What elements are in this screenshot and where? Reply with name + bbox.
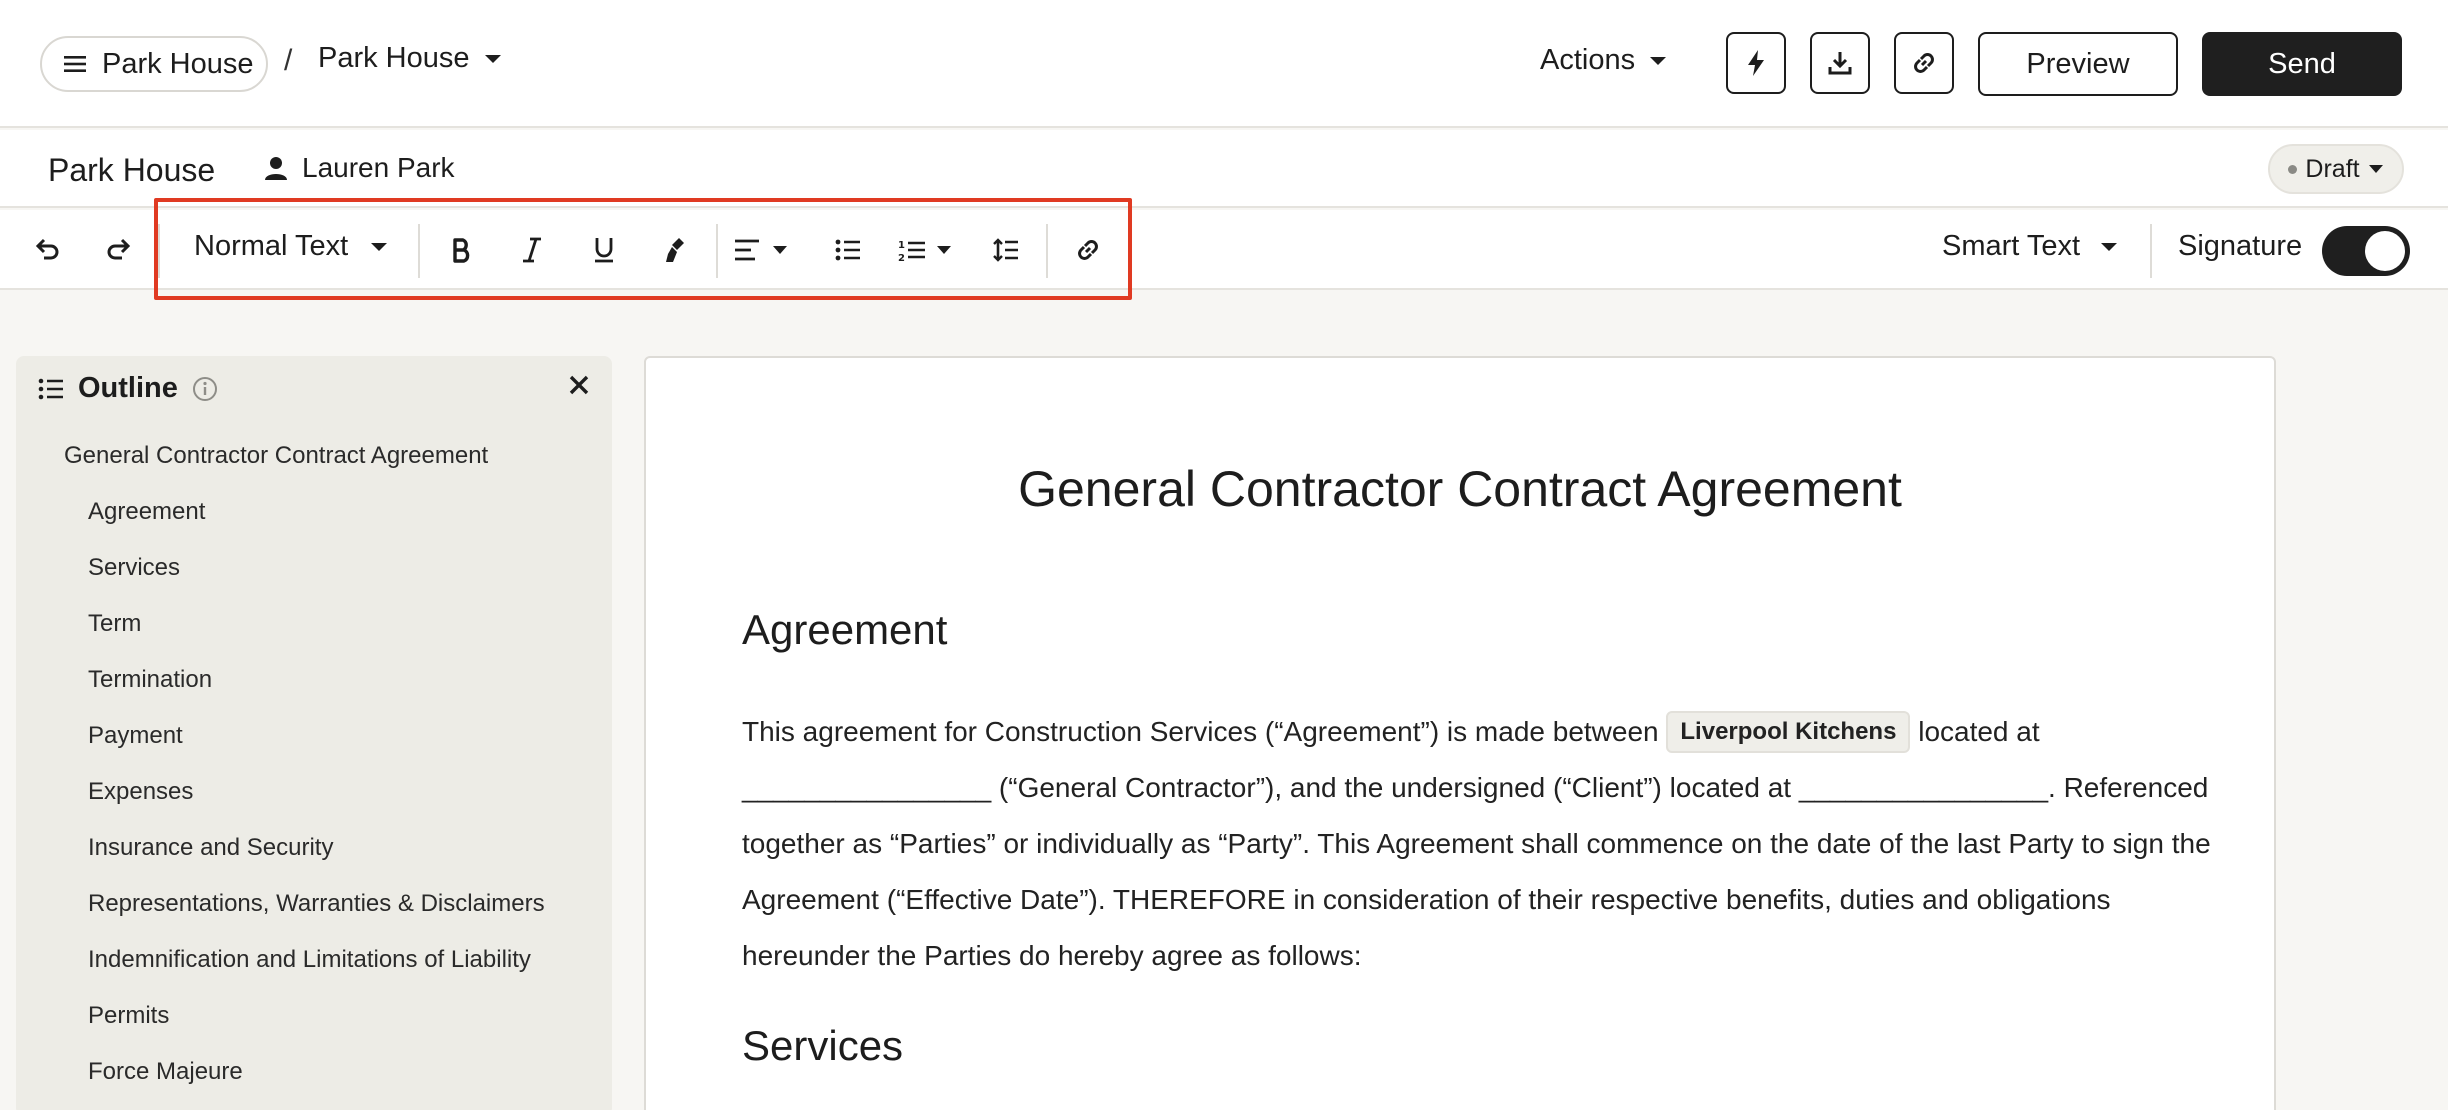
toggle-knob	[2365, 231, 2405, 271]
outline-item[interactable]: Payment	[16, 708, 612, 764]
outline-panel: Outline General Contractor Contract Agre…	[16, 356, 612, 1110]
toolbar-divider	[418, 224, 420, 278]
document-owner[interactable]: Lauren Park	[264, 152, 455, 184]
undo-icon	[35, 238, 61, 262]
document-header: Park House Lauren Park Draft	[0, 130, 2448, 208]
outline-header: Outline	[38, 372, 218, 405]
breadcrumb-root[interactable]: Park House	[40, 36, 268, 92]
bold-icon	[451, 237, 473, 263]
top-bar: Park House / Park House Actions Preview …	[0, 0, 2448, 128]
info-icon[interactable]	[192, 376, 218, 402]
outline-item[interactable]: Indemnification and Limitations of Liabi…	[16, 932, 612, 988]
paragraph-text-part1: This agreement for Construction Services…	[742, 716, 1659, 747]
toolbar-divider	[1046, 224, 1048, 278]
outline-item[interactable]: Termination	[16, 652, 612, 708]
breadcrumb-current[interactable]: Park House	[318, 42, 502, 75]
close-icon	[568, 374, 590, 396]
smart-text-select[interactable]: Smart Text	[1942, 230, 2118, 263]
toolbar-divider	[2150, 224, 2152, 278]
actions-label: Actions	[1540, 44, 1636, 76]
breadcrumb-current-label: Park House	[318, 42, 470, 74]
align-select[interactable]	[734, 226, 806, 274]
clear-format-icon	[664, 236, 688, 264]
contractor-smart-field[interactable]: Liverpool Kitchens	[1666, 711, 1911, 753]
underline-button[interactable]	[582, 226, 626, 274]
status-label: Draft	[2305, 154, 2360, 183]
smart-text-label: Smart Text	[1942, 230, 2081, 262]
breadcrumb-separator: /	[284, 44, 293, 77]
download-button[interactable]	[1810, 32, 1870, 94]
link-icon	[1911, 50, 1937, 76]
italic-icon	[521, 237, 543, 263]
lightning-icon	[1746, 49, 1766, 77]
caret-down-icon	[772, 245, 788, 255]
menu-icon	[64, 54, 86, 74]
caret-down-icon	[370, 241, 388, 253]
document-title[interactable]: General Contractor Contract Agreement	[646, 460, 2274, 518]
bold-button[interactable]	[440, 226, 484, 274]
outline-item[interactable]: Expenses	[16, 764, 612, 820]
signature-toggle[interactable]	[2322, 226, 2410, 276]
actions-menu[interactable]: Actions	[1540, 44, 1667, 77]
outline-item[interactable]: General Contractor Contract Agreement	[16, 428, 612, 484]
person-icon	[264, 156, 288, 180]
caret-down-icon	[1649, 55, 1667, 67]
toolbar-divider	[158, 224, 160, 278]
insert-link-button[interactable]	[1066, 226, 1110, 274]
outline-item[interactable]: Representations, Warranties & Disclaimer…	[16, 876, 612, 932]
bullet-list-icon	[835, 239, 861, 261]
download-icon	[1827, 50, 1853, 76]
numbered-list-icon: 12	[898, 238, 926, 262]
text-style-label: Normal Text	[194, 230, 349, 262]
automation-button[interactable]	[1726, 32, 1786, 94]
preview-button[interactable]: Preview	[1978, 32, 2178, 96]
section-heading-agreement[interactable]: Agreement	[742, 606, 947, 654]
svg-text:1: 1	[898, 240, 905, 251]
copy-link-button[interactable]	[1894, 32, 1954, 94]
outline-title: Outline	[78, 372, 178, 404]
underline-icon	[592, 236, 616, 264]
outline-item[interactable]: Permits	[16, 988, 612, 1044]
svg-text:2: 2	[898, 253, 905, 262]
status-dot	[2288, 164, 2298, 174]
list-icon	[38, 378, 64, 400]
outline-item[interactable]: Agreement	[16, 484, 612, 540]
outline-item[interactable]: Insurance and Security	[16, 820, 612, 876]
italic-button[interactable]	[510, 226, 554, 274]
outline-item[interactable]: Term	[16, 596, 612, 652]
document-name[interactable]: Park House	[48, 152, 215, 189]
formatting-toolbar: Normal Text 1 2 Smart Text Signature	[0, 210, 2448, 290]
signature-label: Signature	[2178, 230, 2303, 262]
caret-down-icon	[2368, 164, 2384, 174]
status-badge[interactable]: Draft	[2268, 144, 2404, 194]
redo-button[interactable]	[96, 226, 140, 274]
section-heading-services[interactable]: Services	[742, 1022, 903, 1070]
outline-item[interactable]: Services	[16, 540, 612, 596]
owner-name: Lauren Park	[302, 152, 455, 183]
text-style-select[interactable]: Normal Text	[194, 230, 388, 263]
clear-format-button[interactable]	[654, 226, 698, 274]
breadcrumb-root-label: Park House	[102, 47, 254, 80]
toolbar-divider	[716, 224, 718, 278]
caret-down-icon	[936, 245, 952, 255]
caret-down-icon	[2100, 241, 2118, 253]
caret-down-icon	[484, 53, 502, 65]
outline-list: General Contractor Contract Agreement Agr…	[16, 428, 612, 1100]
document-page[interactable]: General Contractor Contract Agreement Ag…	[644, 356, 2276, 1110]
send-button[interactable]: Send	[2202, 32, 2402, 96]
link-icon	[1075, 237, 1101, 263]
line-spacing-button[interactable]	[984, 226, 1028, 274]
align-left-icon	[734, 239, 760, 261]
numbered-list-select[interactable]: 12	[898, 226, 972, 274]
bullet-list-button[interactable]	[826, 226, 870, 274]
outline-item[interactable]: Force Majeure	[16, 1044, 612, 1100]
redo-icon	[105, 238, 131, 262]
undo-button[interactable]	[26, 226, 70, 274]
outline-close-button[interactable]	[568, 374, 590, 396]
line-spacing-icon	[993, 238, 1019, 262]
paragraph-text-part2: located at ________________ (“General Co…	[742, 716, 2211, 971]
agreement-paragraph[interactable]: This agreement for Construction Services…	[742, 704, 2212, 984]
